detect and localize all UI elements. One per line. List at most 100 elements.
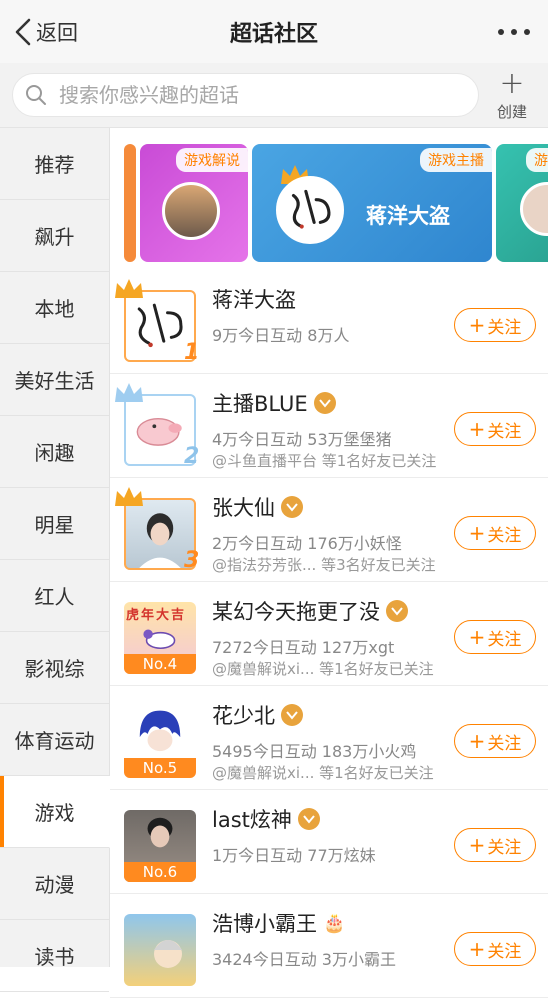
verified-badge-icon [313, 392, 336, 414]
search-bar: + 创建 [0, 63, 548, 128]
list-item[interactable]: 浩博小霸王 🎂 3424今日互动 3万小霸王 + 关注 [110, 894, 548, 998]
verified-badge-icon [386, 600, 408, 622]
avatar: No.5 [124, 706, 196, 778]
sidebar-item-sports[interactable]: 体育运动 [0, 704, 109, 776]
sidebar-item-label: 动漫 [34, 873, 75, 897]
banner-avatar [276, 176, 344, 244]
rank-number: 1 [184, 340, 200, 365]
sidebar-item-stars[interactable]: 明星 [0, 488, 109, 560]
follow-button[interactable]: + 关注 [454, 828, 536, 862]
sidebar-item-books[interactable]: 读书 [0, 920, 109, 992]
sidebar-item-label: 读书 [34, 945, 75, 969]
list-item[interactable]: 3 张大仙 2万今日互动 176万小妖怪 @指法芬芳张... 等3名好友已关注 … [110, 478, 548, 582]
sidebar-item-label: 推荐 [34, 153, 75, 177]
banner-avatar [520, 182, 548, 236]
search-box[interactable] [12, 73, 479, 117]
sidebar-item-local[interactable]: 本地 [0, 272, 109, 344]
follow-button[interactable]: + 关注 [454, 932, 536, 966]
follow-button[interactable]: + 关注 [454, 620, 536, 654]
topic-name-text: 蒋洋大盗 [212, 288, 296, 312]
sidebar-item-games[interactable]: 游戏 [0, 776, 110, 848]
portrait [147, 817, 173, 848]
verified-badge-icon [281, 496, 303, 518]
topic-name[interactable]: 浩博小霸王 🎂 [212, 908, 345, 938]
topic-name[interactable]: 某幻今天拖更了没 [212, 596, 408, 626]
search-input[interactable] [59, 83, 459, 107]
anime-portrait [139, 710, 181, 752]
sidebar-item-label: 本地 [34, 297, 75, 321]
follow-button[interactable]: + 关注 [454, 412, 536, 446]
list-item[interactable]: 1 蒋洋大盗 9万今日互动 8万人 + 关注 [110, 270, 548, 374]
calligraphy-logo [291, 189, 331, 229]
topic-name[interactable]: last炫神 [212, 804, 320, 834]
follow-label: 关注 [487, 629, 522, 650]
more-icon[interactable] [498, 22, 530, 42]
plus-icon: + [468, 937, 486, 961]
follow-button[interactable]: + 关注 [454, 308, 536, 342]
create-label: 创建 [496, 103, 527, 121]
topic-name[interactable]: 张大仙 [212, 492, 303, 522]
plus-icon: + [468, 313, 486, 337]
follow-label: 关注 [487, 421, 522, 442]
sidebar-item-life[interactable]: 美好生活 [0, 344, 109, 416]
plus-icon: + [468, 729, 486, 753]
banner-card-game-commentary[interactable]: 游戏解说 [140, 144, 248, 262]
create-button[interactable]: + 创建 [486, 69, 538, 125]
avatar [124, 914, 196, 986]
sidebar-item-label: 飙升 [34, 225, 75, 249]
banner-tag: 游戏解说 [176, 148, 248, 172]
topic-stats: 9万今日互动 8万人 [212, 326, 350, 345]
topic-name[interactable]: 花少北 [212, 700, 303, 730]
friends-following: @斗鱼直播平台 等1名好友已关注 [212, 452, 437, 470]
avatar: 虎年大吉 No.4 [124, 602, 196, 674]
topic-stats: 3424今日互动 3万小霸王 [212, 950, 396, 969]
verified-badge-icon [281, 704, 303, 726]
banner-card-edge[interactable] [124, 144, 136, 262]
banner-card-game-streamer[interactable]: 游戏主播 蒋洋大盗 [252, 144, 492, 262]
sidebar-item-recommend[interactable]: 推荐 [0, 128, 109, 200]
sidebar-item-label: 影视综 [24, 657, 85, 681]
rank-number: 2 [184, 444, 200, 469]
list-item[interactable]: No.5 花少北 5495今日互动 183万小火鸡 @魔兽解说xi... 等1名… [110, 686, 548, 790]
follow-button[interactable]: + 关注 [454, 516, 536, 550]
topic-name-text: last炫神 [212, 808, 292, 832]
sidebar-item-label: 体育运动 [14, 729, 95, 753]
friends-following: @魔兽解说xi... 等1名好友已关注 [212, 660, 434, 678]
list-item[interactable]: 虎年大吉 No.4 某幻今天拖更了没 7272今日互动 127万xgt @魔兽解… [110, 582, 548, 686]
avatar: No.6 [124, 810, 196, 882]
topic-stats: 5495今日互动 183万小火鸡 [212, 742, 417, 761]
topic-name-text: 主播BLUE [212, 392, 308, 416]
topic-stats: 7272今日互动 127万xgt [212, 638, 395, 657]
crown-icon [115, 487, 143, 506]
banner-carousel[interactable]: 游戏解说 游戏主播 蒋洋大盗 游 [110, 128, 548, 270]
friends-following: @指法芬芳张... 等3名好友已关注 [212, 556, 436, 574]
follow-label: 关注 [487, 837, 522, 858]
sidebar-item-influencers[interactable]: 红人 [0, 560, 109, 632]
banner-avatar [162, 182, 220, 240]
plus-icon: + [468, 833, 486, 857]
rank-label: No.6 [124, 862, 196, 882]
list-item[interactable]: 2 主播BLUE 4万今日互动 53万堡堡猪 @斗鱼直播平台 等1名好友已关注 … [110, 374, 548, 478]
sidebar-item-rising[interactable]: 飙升 [0, 200, 109, 272]
topic-name-text: 花少北 [212, 704, 275, 728]
sidebar-item-leisure[interactable]: 闲趣 [0, 416, 109, 488]
banner-card-partial[interactable]: 游 [496, 144, 548, 262]
plus-icon: + [499, 66, 525, 101]
sidebar-item-film-tv[interactable]: 影视综 [0, 632, 109, 704]
sidebar-item-label: 明星 [34, 513, 75, 537]
banner-title: 蒋洋大盗 [366, 204, 450, 228]
topic-list: 1 蒋洋大盗 9万今日互动 8万人 + 关注 2 主播BLUE 4万今日互动 53… [110, 270, 548, 998]
plus-icon: + [468, 521, 486, 545]
topic-name[interactable]: 蒋洋大盗 [212, 284, 296, 314]
sidebar-item-anime[interactable]: 动漫 [0, 848, 109, 920]
topic-stats: 2万今日互动 176万小妖怪 [212, 534, 402, 553]
topic-name-text: 浩博小霸王 [212, 912, 317, 936]
rank-number: 3 [184, 548, 200, 573]
crown-icon [115, 279, 143, 298]
sidebar-item-label: 美好生活 [14, 369, 95, 393]
follow-label: 关注 [487, 317, 522, 338]
list-item[interactable]: No.6 last炫神 1万今日互动 77万炫妹 + 关注 [110, 790, 548, 894]
page-title: 超话社区 [229, 22, 318, 47]
topic-name[interactable]: 主播BLUE [212, 388, 336, 418]
follow-button[interactable]: + 关注 [454, 724, 536, 758]
